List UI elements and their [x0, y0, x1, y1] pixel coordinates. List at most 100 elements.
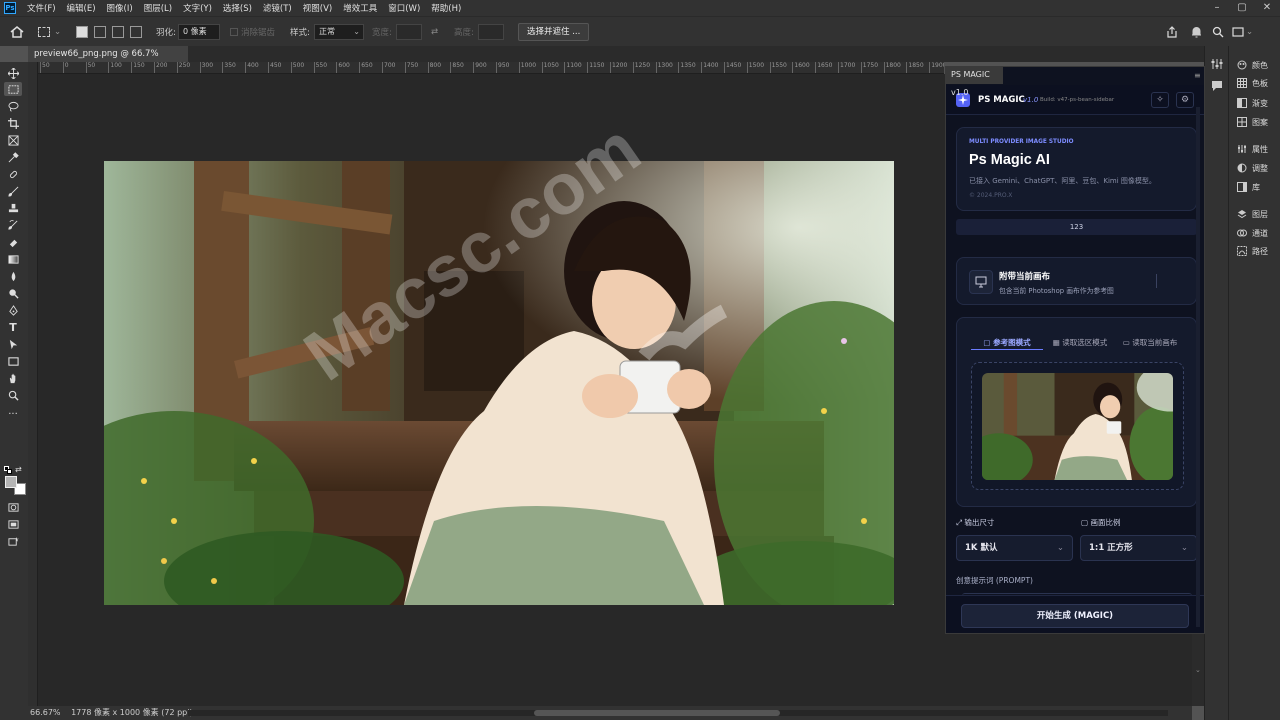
swap-colors-icon[interactable]: ⇄ [15, 465, 22, 474]
search-icon[interactable] [1212, 23, 1224, 41]
foreground-color-swatch[interactable] [5, 476, 17, 488]
antialias-checkbox[interactable]: 消除锯齿 [230, 23, 275, 41]
dock-item-patterns[interactable]: 图案 [1237, 115, 1268, 129]
vertical-ruler [28, 62, 38, 706]
share-icon[interactable] [1166, 23, 1178, 41]
menu-layer[interactable]: 图层(L) [139, 2, 178, 14]
dock-item-color[interactable]: 颜色 [1237, 58, 1268, 72]
eyedropper-tool-icon[interactable] [4, 150, 22, 164]
generate-button[interactable]: 开始生成 (MAGIC) [961, 604, 1189, 628]
bell-icon[interactable] [1191, 23, 1202, 41]
intersect-selection-icon[interactable] [130, 23, 142, 41]
feather-input[interactable]: 0 像素 [178, 24, 220, 40]
close-window-icon[interactable]: ✕ [1255, 0, 1279, 16]
photoshop-logo-icon[interactable]: Ps [4, 2, 16, 14]
zoom-tool-icon[interactable] [4, 388, 22, 402]
dock-item-label: 渐变 [1252, 98, 1268, 108]
eraser-tool-icon[interactable] [4, 235, 22, 249]
reference-image-dropzone[interactable] [971, 362, 1184, 490]
dodge-tool-icon[interactable] [4, 286, 22, 300]
healing-brush-tool-icon[interactable] [4, 167, 22, 181]
include-canvas-card[interactable]: 附带当前画布 包含当前 Photoshop 画布作为参考图 [956, 257, 1197, 305]
lasso-tool-icon[interactable] [4, 99, 22, 113]
workspace-icon[interactable]: ⌄ [1232, 23, 1253, 41]
adjustments-icon [1237, 163, 1247, 173]
home-icon[interactable] [10, 23, 24, 41]
dock-item-swatches[interactable]: 色板 [1237, 76, 1268, 90]
move-tool-icon[interactable] [4, 66, 22, 80]
menu-file[interactable]: 文件(F) [22, 2, 62, 14]
swap-icon[interactable]: ⇄ [431, 23, 438, 41]
pen-tool-icon[interactable] [4, 303, 22, 317]
frame-tool-icon[interactable] [4, 133, 22, 147]
panel-menu-icon[interactable]: ≡ [1194, 71, 1201, 80]
ruler-tick: 0 [62, 62, 69, 73]
hero-copyright: © 2024.PRO.X [969, 192, 1013, 199]
menu-image[interactable]: 图像(I) [102, 2, 139, 14]
stamp-tool-icon[interactable] [4, 201, 22, 215]
dock-item-label: 属性 [1252, 144, 1268, 154]
canvas-horizontal-scrollbar[interactable] [188, 710, 1168, 716]
menu-plugins[interactable]: 增效工具 [338, 2, 383, 14]
screen-mode-icon[interactable] [4, 517, 22, 531]
height-input[interactable] [478, 24, 504, 40]
menu-filter[interactable]: 滤镜(T) [258, 2, 298, 14]
menubar: Ps 文件(F) 编辑(E) 图像(I) 图层(L) 文字(Y) 选择(S) 滤… [0, 0, 1280, 16]
adjust-panel-icon[interactable] [1211, 58, 1223, 73]
brush-tool-icon[interactable] [4, 184, 22, 198]
menu-type[interactable]: 文字(Y) [178, 2, 218, 14]
dock-item-paths[interactable]: 路径 [1237, 244, 1268, 258]
scroll-down-icon[interactable]: ⌄ [1195, 666, 1201, 674]
dock-item-gradients[interactable]: 渐变 [1237, 96, 1268, 110]
reference-thumbnail[interactable] [982, 373, 1173, 480]
document-tab[interactable]: preview66_png.png @ 66.7%(RGB/8#) * × [28, 46, 188, 75]
gear-icon[interactable]: ⚙ [1176, 92, 1194, 108]
tools-panel: T ··· ⇄ [0, 62, 28, 720]
crop-tool-icon[interactable] [4, 116, 22, 130]
gradient-icon [1237, 98, 1247, 108]
quick-mask-icon[interactable] [4, 500, 22, 514]
default-colors-icon[interactable] [4, 466, 13, 475]
ruler-tick: 800 [427, 62, 441, 73]
aspect-ratio-select[interactable]: 1:1 正方形 ⌄ [1080, 535, 1197, 561]
add-selection-icon[interactable] [94, 23, 106, 41]
width-input[interactable] [396, 24, 422, 40]
new-selection-icon[interactable] [76, 23, 88, 41]
generative-fill-icon[interactable] [4, 534, 22, 548]
subtract-selection-icon[interactable] [112, 23, 124, 41]
gradient-tool-icon[interactable] [4, 252, 22, 266]
dock-item-adjustments[interactable]: 调整 [1237, 161, 1268, 175]
maximize-icon[interactable]: ▢ [1230, 0, 1254, 16]
hand-tool-icon[interactable] [4, 371, 22, 385]
style-select[interactable]: 正常 ⌄ [314, 24, 364, 40]
menu-window[interactable]: 窗口(W) [383, 2, 426, 14]
menu-edit[interactable]: 编辑(E) [62, 2, 102, 14]
dock-item-libraries[interactable]: 库 [1237, 180, 1260, 194]
menu-view[interactable]: 视图(V) [298, 2, 338, 14]
more-tools-icon[interactable]: ··· [4, 407, 22, 421]
horizontal-scroll-thumb[interactable] [534, 710, 780, 716]
dock-item-properties[interactable]: 属性 [1237, 142, 1268, 156]
type-tool-icon[interactable]: T [4, 320, 22, 334]
output-size-select[interactable]: 1K 默认 ⌄ [956, 535, 1073, 561]
tab-reference-mode[interactable]: ▢ 参考图模式 [971, 336, 1043, 350]
select-and-mask-button[interactable]: 选择并遮住 ... [518, 23, 590, 41]
minimize-icon[interactable]: – [1205, 0, 1229, 16]
dock-item-layers[interactable]: 图层 [1237, 207, 1268, 221]
dock-item-channels[interactable]: 通道 [1237, 226, 1268, 240]
blur-tool-icon[interactable] [4, 269, 22, 283]
comments-icon[interactable] [1211, 80, 1223, 95]
rectangle-tool-icon[interactable] [4, 354, 22, 368]
plugin-scrollbar[interactable] [1196, 107, 1200, 627]
zoom-level[interactable]: 66.67% [28, 708, 61, 717]
path-selection-tool-icon[interactable] [4, 337, 22, 351]
tab-selection-mode[interactable]: ▦ 读取选区模式 [1049, 336, 1111, 350]
marquee-preset-icon[interactable]: ⌄ [38, 23, 61, 41]
plugin-panel-tab[interactable]: PS MAGIC v1.0 [945, 66, 1003, 97]
menu-help[interactable]: 帮助(H) [426, 2, 467, 14]
tab-current-canvas[interactable]: ▭ 读取当前画布 [1119, 336, 1181, 350]
sparkle-settings-icon[interactable]: ✧ [1151, 92, 1169, 108]
marquee-tool-icon[interactable] [4, 82, 22, 96]
menu-select[interactable]: 选择(S) [218, 2, 258, 14]
history-brush-tool-icon[interactable] [4, 218, 22, 232]
